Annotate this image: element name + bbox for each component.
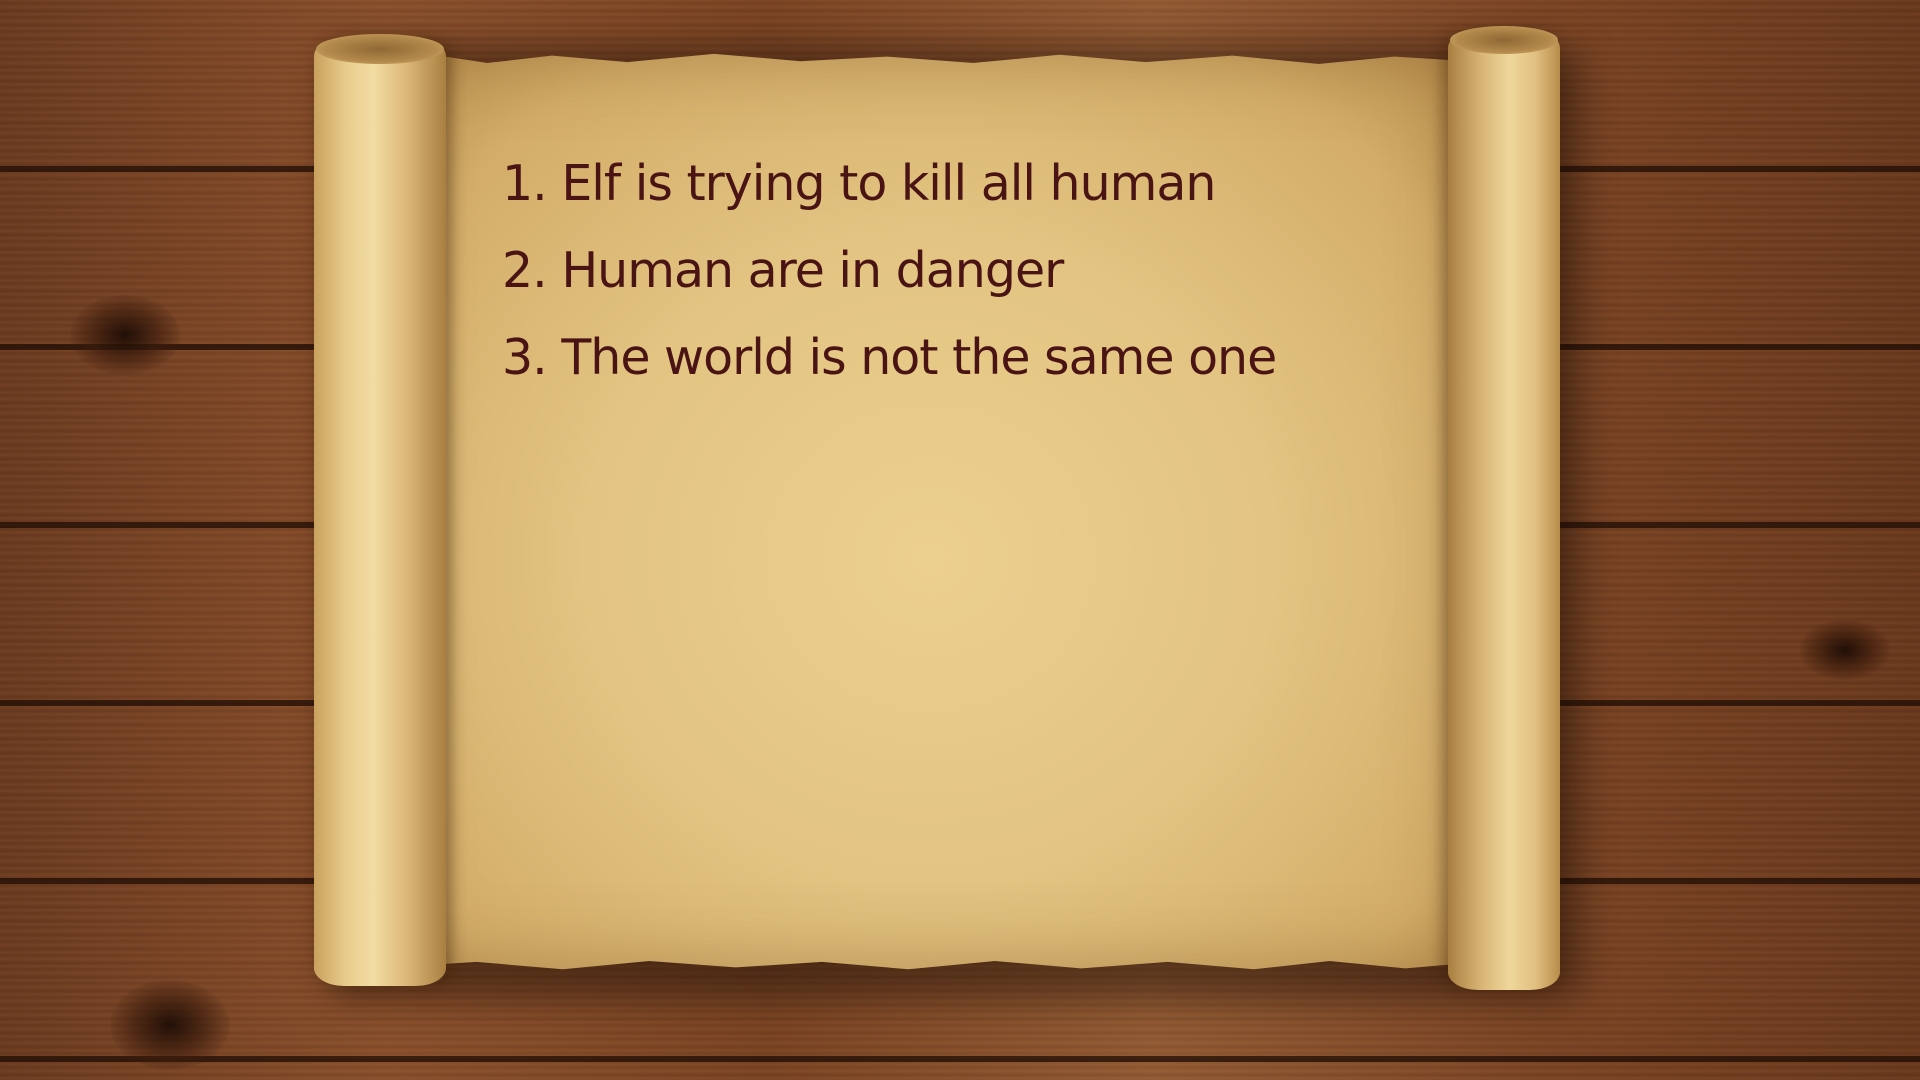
wood-knot [70, 295, 180, 375]
list-item: 3. The world is not the same one [502, 329, 1277, 386]
scroll-right-roll-top [1450, 26, 1558, 54]
scroll-notes-list: 1. Elf is trying to kill all human 2. Hu… [502, 140, 1277, 401]
list-item: 2. Human are in danger [502, 242, 1064, 299]
scroll-right-roll [1448, 30, 1560, 990]
list-item: 1. Elf is trying to kill all human [502, 155, 1216, 212]
wood-knot [110, 980, 230, 1070]
wood-knot [1800, 620, 1890, 680]
scroll-left-roll [314, 38, 446, 986]
scroll-left-roll-top [316, 34, 444, 64]
